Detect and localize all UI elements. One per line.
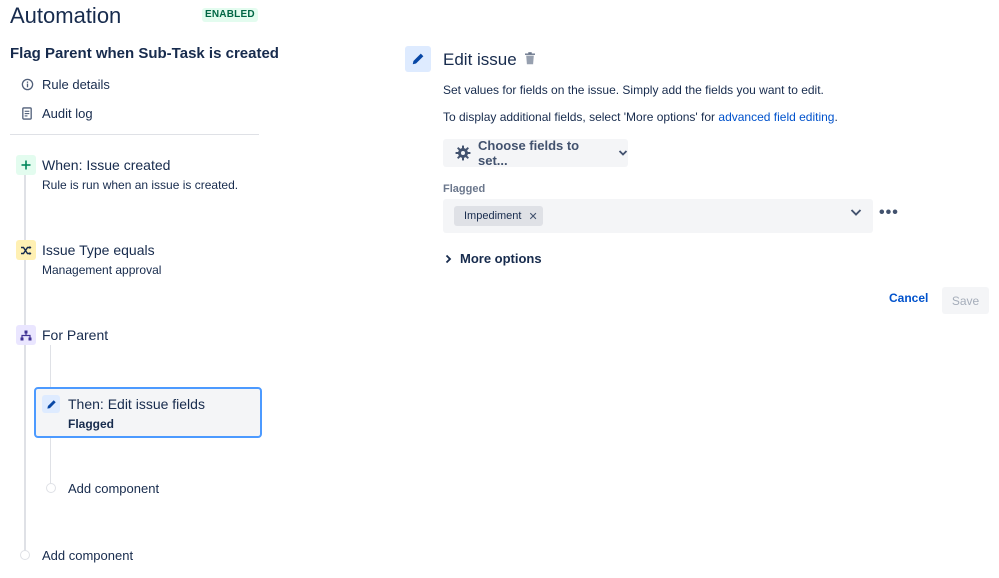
trash-icon[interactable] [524, 52, 536, 70]
add-component-dot [46, 483, 56, 493]
panel-title: Edit issue [443, 50, 517, 69]
more-options-toggle[interactable]: More options [445, 251, 542, 266]
add-component-dot [20, 550, 30, 560]
chevron-down-icon[interactable] [850, 208, 862, 217]
condition-title[interactable]: Issue Type equals [42, 242, 155, 258]
gear-icon [455, 145, 471, 161]
pencil-icon [405, 46, 431, 72]
info-icon [20, 77, 34, 91]
app-title: Automation [10, 3, 122, 28]
tag-label: Impediment [464, 210, 522, 222]
divider [10, 134, 259, 135]
chevron-down-icon [618, 149, 628, 157]
more-options-label: More options [460, 251, 542, 266]
shuffle-icon [16, 240, 36, 260]
branch-node[interactable] [16, 325, 36, 345]
nav-rule-details[interactable]: Rule details [20, 74, 110, 94]
panel-description-advanced: To display additional fields, select 'Mo… [443, 110, 838, 124]
choose-fields-button[interactable]: Choose fields to set... [443, 138, 628, 168]
choose-fields-label: Choose fields to set... [478, 138, 580, 168]
description-text: . [834, 110, 838, 124]
nav-audit-log[interactable]: Audit log [20, 103, 93, 123]
audit-log-icon [20, 106, 34, 120]
hierarchy-icon [16, 325, 36, 345]
nav-item-label: Audit log [42, 105, 93, 121]
status-badge: ENABLED [202, 8, 258, 22]
add-component-outer[interactable]: Add component [42, 548, 133, 563]
condition-subtitle: Management approval [42, 263, 162, 277]
selected-value-tag: Impediment ✕ [454, 206, 543, 226]
advanced-field-editing-link[interactable]: advanced field editing [718, 110, 834, 124]
panel-description: Set values for fields on the issue. Simp… [443, 83, 824, 97]
plus-icon [16, 155, 36, 175]
condition-node[interactable] [16, 240, 36, 260]
chevron-right-icon [445, 254, 452, 264]
pencil-icon [42, 395, 60, 413]
remove-tag-icon[interactable]: ✕ [528, 210, 537, 223]
description-text: To display additional fields, select 'Mo… [443, 110, 719, 124]
more-actions-icon[interactable]: ••• [879, 204, 899, 222]
action-node [42, 395, 60, 413]
timeline-line [24, 166, 26, 556]
branch-title[interactable]: For Parent [42, 327, 108, 343]
save-button[interactable]: Save [942, 287, 989, 314]
trigger-title[interactable]: When: Issue created [42, 157, 170, 173]
add-component-inner[interactable]: Add component [68, 481, 159, 496]
cancel-button[interactable]: Cancel [889, 291, 928, 305]
trigger-node[interactable] [16, 155, 36, 175]
field-label-flagged: Flagged [443, 183, 486, 195]
nav-item-label: Rule details [42, 76, 110, 92]
action-subtitle: Flagged [68, 417, 115, 431]
action-title: Then: Edit issue fields [68, 396, 205, 412]
rule-title: Flag Parent when Sub-Task is created [10, 45, 279, 62]
trigger-subtitle: Rule is run when an issue is created. [42, 178, 239, 192]
